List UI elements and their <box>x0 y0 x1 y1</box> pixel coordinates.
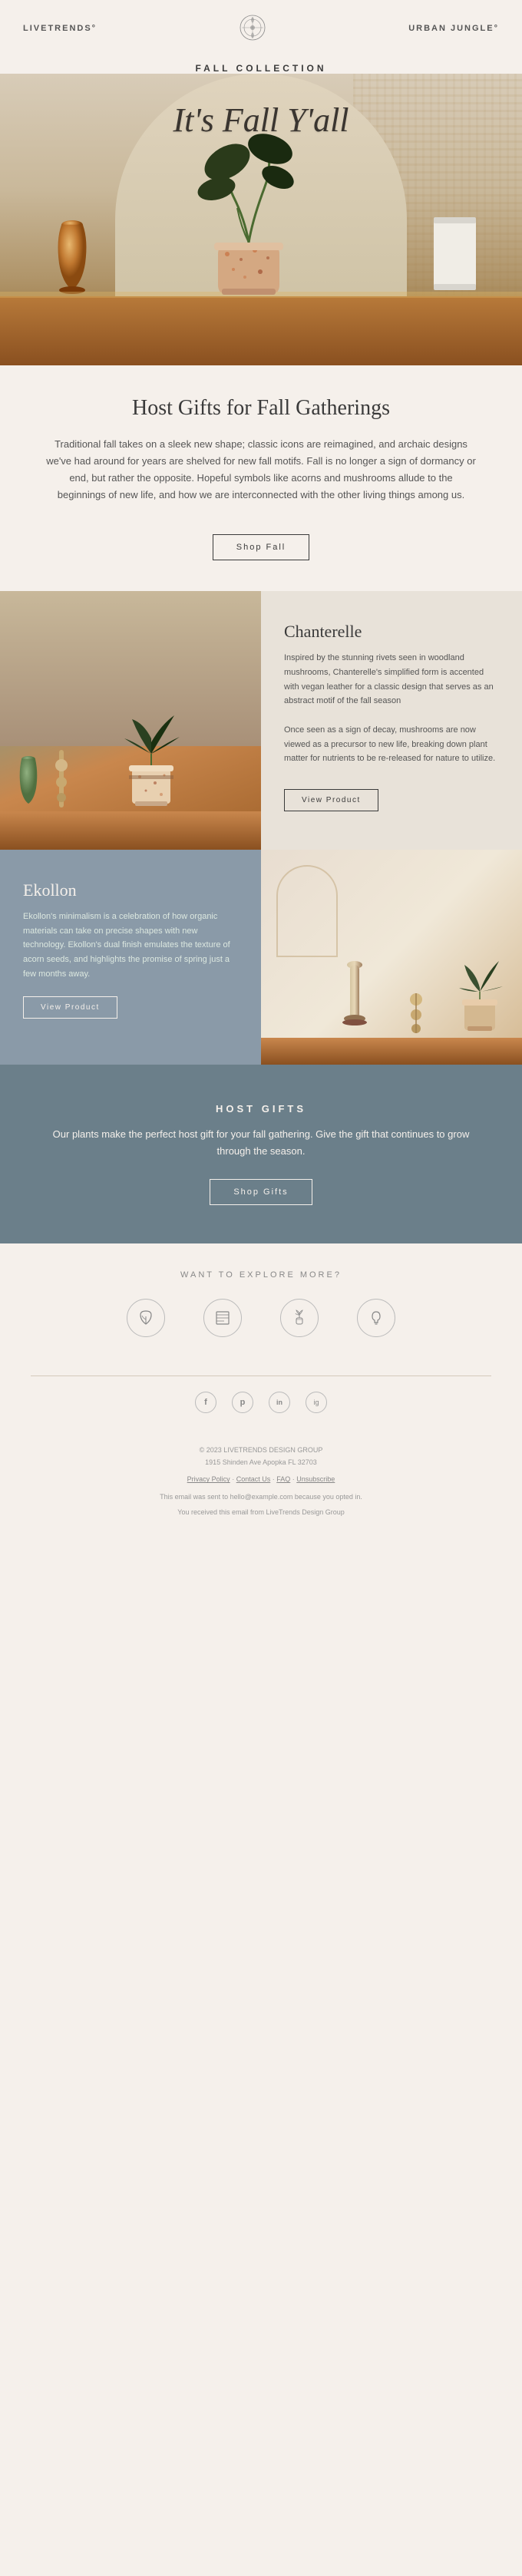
contact-link[interactable]: Contact Us <box>236 1475 271 1483</box>
lightbulb-icon <box>357 1299 395 1337</box>
logo-left-text: LIVETRENDS° <box>23 24 97 33</box>
footer: © 2023 LIVETRENDS DESIGN GROUP 1915 Shin… <box>0 1440 522 1530</box>
hosting-body: Traditional fall takes on a sleek new sh… <box>46 436 476 504</box>
header-emblem <box>239 14 266 41</box>
host-gifts-section: HOST GIFTS Our plants make the perfect h… <box>0 1065 522 1243</box>
explore-section: WANT TO EXPLORE MORE? <box>0 1243 522 1376</box>
privacy-link[interactable]: Privacy Policy <box>187 1475 230 1483</box>
explore-icon-plant-pot[interactable] <box>280 1299 319 1337</box>
explore-icon-lightbulb[interactable] <box>357 1299 395 1337</box>
amber-vase-icon <box>50 217 94 294</box>
collection-label: FALL COLLECTION <box>0 55 522 74</box>
facebook-button[interactable]: f <box>195 1392 216 1413</box>
footer-address: 1915 Shinden Ave Apopka FL 32703 <box>31 1456 491 1468</box>
faq-link[interactable]: FAQ <box>276 1475 290 1483</box>
social-icons: f p in ig <box>31 1392 491 1413</box>
pinterest-icon: p <box>240 1398 246 1407</box>
shop-fall-button[interactable]: Shop Fall <box>213 534 309 560</box>
plant-pot-icon <box>280 1299 319 1337</box>
header: LIVETRENDS° URBAN JUNGLE° <box>0 0 522 55</box>
logo-left[interactable]: LIVETRENDS° <box>23 21 97 35</box>
pinterest-button[interactable]: p <box>232 1392 253 1413</box>
vase-decoration <box>50 217 94 298</box>
ekollon-name: Ekollon <box>23 880 238 900</box>
small-vase-icon <box>15 754 42 807</box>
footer-powered-by: You received this email from LiveTrends … <box>31 1506 491 1518</box>
footer-disclaimer: This email was sent to hello@example.com… <box>31 1491 491 1503</box>
linkedin-icon: in <box>276 1399 282 1406</box>
instagram-icon: ig <box>313 1399 319 1406</box>
plant-with-pot-icon <box>187 127 310 296</box>
ekollon-plant-pot-icon <box>453 949 510 1034</box>
chanterelle-plant-icon <box>117 692 186 807</box>
shelf <box>0 296 522 365</box>
chanterelle-view-product-button[interactable]: View Product <box>284 789 378 811</box>
facebook-icon: f <box>204 1398 207 1407</box>
social-section: f p in ig <box>0 1376 522 1440</box>
explore-icon-leaf[interactable] <box>127 1299 165 1337</box>
explore-icon-catalog[interactable] <box>203 1299 242 1337</box>
logo-right-text: URBAN JUNGLE° <box>408 24 499 33</box>
linkedin-button[interactable]: in <box>269 1392 290 1413</box>
catalog-icon <box>203 1299 242 1337</box>
footer-links: Privacy Policy · Contact Us · FAQ · Unsu… <box>31 1473 491 1485</box>
hosting-heading: Host Gifts for Fall Gatherings <box>46 396 476 421</box>
hero-title-container: It's Fall Y'all <box>0 101 522 140</box>
copyright-text: © 2023 LIVETRENDS DESIGN GROUP <box>200 1446 323 1454</box>
chanterelle-info: Chanterelle Inspired by the stunning riv… <box>261 591 522 850</box>
shop-gifts-button[interactable]: Shop Gifts <box>210 1179 312 1205</box>
ekollon-description: Ekollon's minimalism is a celebration of… <box>23 910 238 981</box>
beaded-object-icon <box>50 750 73 807</box>
host-gifts-heading: HOST GIFTS <box>46 1103 476 1115</box>
wooden-beads-icon <box>405 992 428 1034</box>
hosting-section: Host Gifts for Fall Gatherings Tradition… <box>0 365 522 591</box>
unsubscribe-link[interactable]: Unsubscribe <box>296 1475 335 1483</box>
chanterelle-name: Chanterelle <box>284 622 499 642</box>
chanterelle-description: Inspired by the stunning rivets seen in … <box>284 651 499 766</box>
logo-right[interactable]: URBAN JUNGLE° <box>408 21 499 35</box>
collection-label-text: FALL COLLECTION <box>195 63 326 74</box>
host-gifts-body: Our plants make the perfect host gift fo… <box>46 1126 476 1160</box>
ekollon-info: Ekollon Ekollon's minimalism is a celebr… <box>0 850 261 1065</box>
towel-icon <box>430 217 480 294</box>
footer-copyright: © 2023 LIVETRENDS DESIGN GROUP <box>31 1444 491 1456</box>
hero-section: It's Fall Y'all <box>0 74 522 365</box>
explore-icons <box>31 1299 491 1337</box>
emblem-icon <box>239 14 266 41</box>
hero-title: It's Fall Y'all <box>173 101 349 139</box>
chanterelle-section: Chanterelle Inspired by the stunning riv… <box>0 591 522 850</box>
ekollon-section: Ekollon Ekollon's minimalism is a celebr… <box>0 850 522 1065</box>
instagram-button[interactable]: ig <box>306 1392 327 1413</box>
main-plant <box>187 127 310 300</box>
towel-decoration <box>430 217 480 298</box>
chanterelle-image <box>0 591 261 850</box>
ekollon-image <box>261 850 522 1065</box>
leaf-icon <box>127 1299 165 1337</box>
explore-label: WANT TO EXPLORE MORE? <box>31 1270 491 1280</box>
ekollon-view-product-button[interactable]: View Product <box>23 996 117 1019</box>
ekollon-figurine-icon <box>339 957 370 1034</box>
